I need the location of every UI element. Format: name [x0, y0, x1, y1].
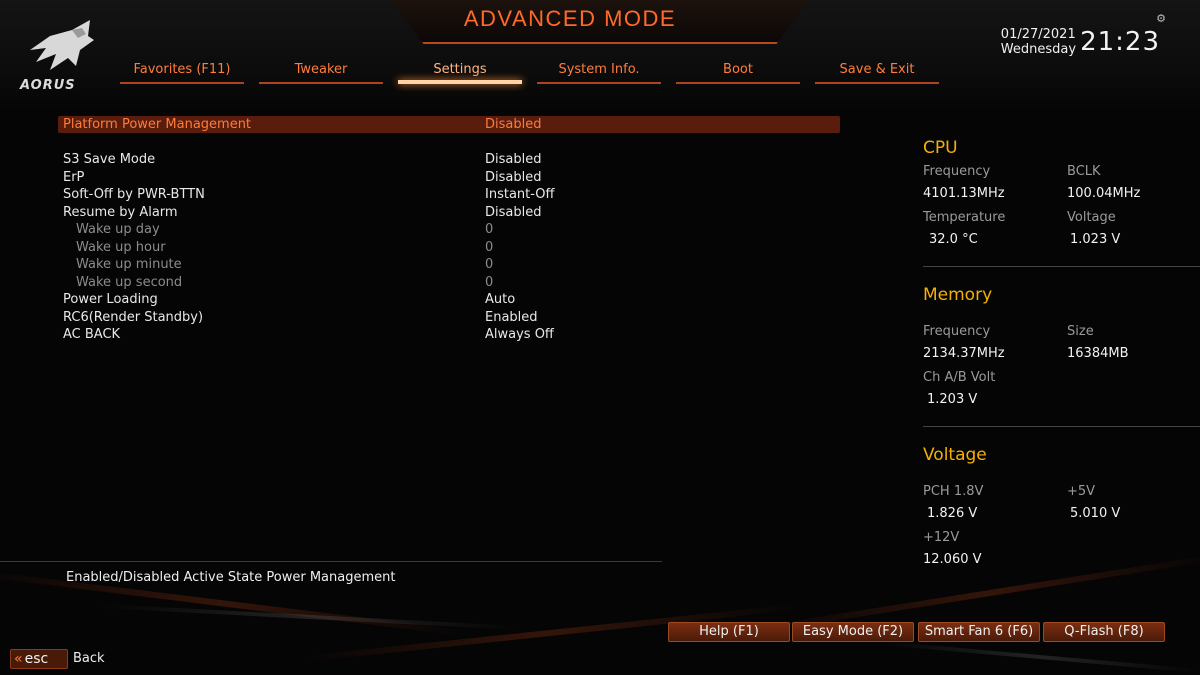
settings-list: Platform Power Management Disabled S3 Sa…	[58, 116, 840, 344]
setting-value[interactable]: Disabled	[485, 151, 541, 169]
setting-value[interactable]: Disabled	[485, 116, 541, 133]
memory-section: Memory Frequency Size 2134.37MHz 16384MB…	[923, 282, 1200, 430]
setting-value: 0	[485, 222, 494, 237]
setting-row-ac-back[interactable]: AC BACK Always Off	[58, 326, 840, 344]
cpu-temperature-label: Temperature	[923, 210, 1006, 225]
12v-label: +12V	[923, 530, 960, 545]
setting-row-wake-up-day: Wake up day 0	[58, 221, 840, 239]
setting-row-rc6[interactable]: RC6(Render Standby) Enabled	[58, 309, 840, 327]
clock-time: 21:23	[1080, 27, 1160, 57]
tab-label: Boot	[723, 62, 753, 77]
datetime: 01/27/2021 Wednesday 21:23	[1001, 27, 1160, 57]
cpu-temperature-value: 32.0 °C	[929, 232, 978, 247]
tab-favorites[interactable]: Favorites (F11)	[120, 62, 244, 84]
cpu-voltage-value: 1.023 V	[1070, 232, 1121, 247]
setting-value[interactable]: Instant-Off	[485, 186, 555, 204]
q-flash-button[interactable]: Q-Flash (F8)	[1043, 622, 1165, 642]
setting-value[interactable]: Enabled	[485, 309, 538, 327]
setting-row-erp[interactable]: ErP Disabled	[58, 169, 840, 187]
pch-voltage-label: PCH 1.8V	[923, 484, 984, 499]
cpu-frequency-label: Frequency	[923, 164, 991, 179]
date: 01/27/2021	[1000, 27, 1076, 42]
setting-value[interactable]: Disabled	[485, 169, 541, 187]
settings-gear-icon[interactable]: ⚙	[1156, 12, 1166, 25]
setting-label: Wake up second	[76, 274, 183, 290]
page-title: ADVANCED MODE	[463, 6, 677, 31]
5v-label: +5V	[1067, 484, 1096, 499]
section-divider	[923, 426, 1200, 427]
setting-row-power-loading[interactable]: Power Loading Auto	[58, 291, 840, 309]
back-label: Back	[73, 651, 105, 666]
cpu-bclk-value: 100.04MHz	[1067, 186, 1141, 201]
voltage-section: Voltage PCH 1.8V +5V 1.826 V 5.010 V +12…	[923, 442, 1200, 572]
tab-boot[interactable]: Boot	[676, 62, 800, 84]
tab-label: Favorites (F11)	[133, 62, 231, 77]
weekday: Wednesday	[1000, 42, 1077, 57]
help-button[interactable]: Help (F1)	[668, 622, 790, 642]
hardware-monitor-panel: CPU Frequency BCLK 4101.13MHz 100.04MHz …	[923, 135, 1200, 572]
cpu-section: CPU Frequency BCLK 4101.13MHz 100.04MHz …	[923, 135, 1200, 270]
brand-logo-text: AORUS	[20, 78, 76, 93]
setting-row-wake-up-hour: Wake up hour 0	[58, 239, 840, 257]
setting-value: 0	[485, 274, 494, 290]
section-divider	[923, 266, 1200, 267]
5v-value: 5.010 V	[1070, 506, 1121, 521]
setting-row-resume-by-alarm[interactable]: Resume by Alarm Disabled	[58, 204, 840, 222]
esc-label: esc	[24, 651, 49, 667]
setting-label: Wake up minute	[76, 257, 182, 272]
setting-value[interactable]: Always Off	[485, 326, 554, 344]
setting-row-platform-power-management[interactable]: Platform Power Management Disabled	[58, 116, 840, 133]
memory-volt-value: 1.203 V	[927, 392, 978, 407]
cpu-voltage-label: Voltage	[1067, 210, 1116, 225]
setting-value[interactable]: Disabled	[485, 204, 541, 222]
memory-size-label: Size	[1067, 324, 1094, 339]
setting-value: 0	[485, 239, 494, 255]
setting-label: Resume by Alarm	[63, 204, 178, 220]
cpu-bclk-label: BCLK	[1067, 164, 1101, 179]
setting-row-s3-save-mode[interactable]: S3 Save Mode Disabled	[58, 151, 840, 169]
setting-label: Platform Power Management	[63, 117, 252, 132]
help-divider	[0, 561, 662, 562]
tab-tweaker[interactable]: Tweaker	[259, 62, 383, 84]
memory-volt-label: Ch A/B Volt	[923, 370, 996, 385]
tab-label: Save & Exit	[839, 62, 915, 77]
setting-label: AC BACK	[63, 327, 121, 342]
memory-title: Memory	[923, 285, 993, 305]
memory-size-value: 16384MB	[1067, 346, 1129, 361]
setting-label: ErP	[63, 169, 85, 185]
tab-label: System Info.	[558, 62, 640, 77]
tab-label: Tweaker	[294, 62, 348, 77]
tab-save-exit[interactable]: Save & Exit	[815, 62, 939, 84]
double-chevron-left-icon: «	[14, 651, 23, 667]
setting-value: 0	[485, 257, 494, 272]
setting-row-soft-off[interactable]: Soft-Off by PWR-BTTN Instant-Off	[58, 186, 840, 204]
setting-label: Wake up day	[76, 222, 160, 237]
setting-label: Wake up hour	[76, 239, 166, 255]
cpu-frequency-value: 4101.13MHz	[923, 186, 1005, 201]
12v-value: 12.060 V	[923, 552, 982, 567]
setting-value[interactable]: Auto	[485, 291, 515, 309]
setting-label: Power Loading	[63, 292, 158, 307]
setting-label: RC6(Render Standby)	[63, 309, 204, 325]
help-description: Enabled/Disabled Active State Power Mana…	[66, 570, 396, 585]
smart-fan-button[interactable]: Smart Fan 6 (F6)	[918, 622, 1040, 642]
setting-label: Soft-Off by PWR-BTTN	[63, 187, 205, 202]
cpu-title: CPU	[923, 138, 958, 158]
setting-row-wake-up-minute: Wake up minute 0	[58, 256, 840, 274]
setting-row-wake-up-second: Wake up second 0	[58, 274, 840, 292]
easy-mode-button[interactable]: Easy Mode (F2)	[792, 622, 914, 642]
setting-label: S3 Save Mode	[63, 152, 156, 167]
tab-settings[interactable]: Settings	[398, 62, 522, 84]
pch-voltage-value: 1.826 V	[927, 506, 978, 521]
tab-label: Settings	[433, 62, 487, 77]
esc-button[interactable]: « esc	[10, 649, 68, 669]
memory-frequency-value: 2134.37MHz	[923, 346, 1005, 361]
memory-frequency-label: Frequency	[923, 324, 991, 339]
voltage-title: Voltage	[923, 445, 987, 465]
tab-system-info[interactable]: System Info.	[537, 62, 661, 84]
